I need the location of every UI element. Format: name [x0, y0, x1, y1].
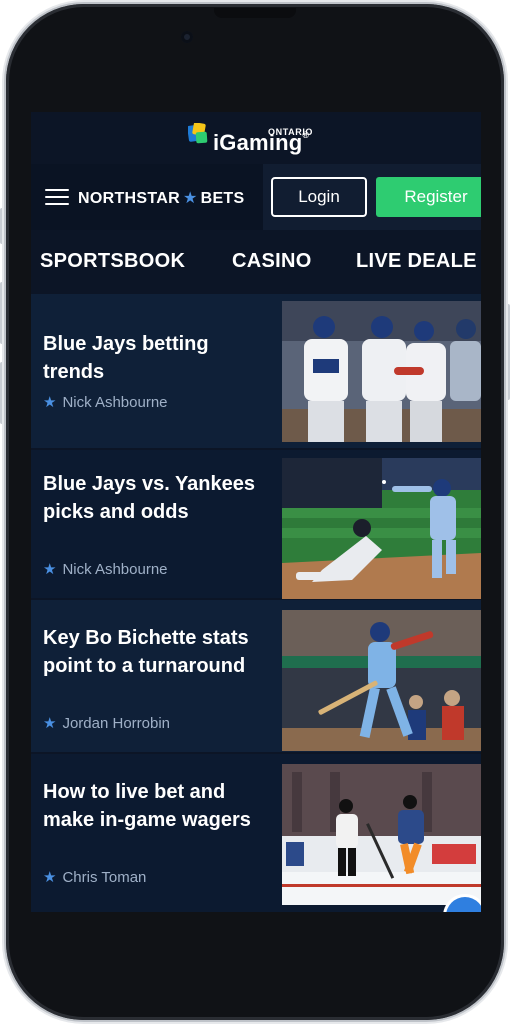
igaming-mark-icon: [188, 123, 208, 144]
brand-left-text: NORTHSTAR: [78, 190, 180, 207]
app-screen: ONTARIO iGaming® NORTHSTAR ★ BETS Login Re…: [31, 112, 481, 912]
tab-live-dealer[interactable]: LIVE DEALE: [356, 250, 477, 273]
silent-switch: [0, 208, 5, 244]
article-author: ★ Nick Ashbourne: [43, 561, 168, 578]
article-thumbnail[interactable]: [282, 610, 481, 751]
volume-up-button: [0, 282, 5, 344]
article-thumbnail[interactable]: [282, 458, 481, 599]
baseball-slide-photo: [282, 458, 481, 599]
article-card[interactable]: Blue Jays betting trends ★ Nick Ashbourne: [31, 294, 481, 448]
article-card[interactable]: Key Bo Bichette stats point to a turnaro…: [31, 600, 481, 752]
article-title[interactable]: How to live bet and make in-game wagers: [43, 778, 265, 834]
baseball-batter-photo: [282, 610, 481, 751]
baseball-celebration-photo: [282, 301, 481, 442]
speaker-grille: [214, 8, 296, 18]
header-nav: NORTHSTAR ★ BETS Login Register: [31, 164, 481, 230]
igaming-ontario-logo: ONTARIO iGaming®: [186, 115, 326, 161]
article-thumbnail[interactable]: [282, 301, 481, 442]
article-author: ★ Jordan Horrobin: [43, 715, 171, 732]
article-card[interactable]: How to live bet and make in-game wagers …: [31, 754, 481, 912]
author-star-icon: ★: [43, 394, 57, 411]
category-tabs: SPORTSBOOK CASINO LIVE DEALE: [31, 230, 481, 292]
front-camera: [181, 31, 193, 43]
northstar-bets-logo[interactable]: NORTHSTAR ★ BETS: [78, 188, 244, 208]
article-author: ★ Chris Toman: [43, 869, 147, 886]
power-button: [505, 304, 510, 400]
brand-right-text: BETS: [200, 190, 245, 207]
hockey-game-photo: [282, 764, 481, 905]
author-star-icon: ★: [43, 869, 57, 886]
article-card[interactable]: Blue Jays vs. Yankees picks and odds ★ Ni…: [31, 450, 481, 599]
author-star-icon: ★: [43, 715, 57, 732]
author-star-icon: ★: [43, 561, 57, 578]
tab-casino[interactable]: CASINO: [232, 250, 312, 273]
register-button[interactable]: Register: [376, 177, 481, 217]
star-icon: ★: [182, 190, 198, 207]
volume-down-button: [0, 362, 5, 424]
article-title[interactable]: Blue Jays vs. Yankees picks and odds: [43, 470, 265, 526]
article-title[interactable]: Blue Jays betting trends: [43, 330, 265, 386]
login-button[interactable]: Login: [271, 177, 367, 217]
igaming-bar: ONTARIO iGaming®: [31, 112, 481, 164]
brand-area: NORTHSTAR ★ BETS: [31, 164, 263, 230]
article-author: ★ Nick Ashbourne: [43, 394, 168, 411]
hamburger-menu-icon[interactable]: [45, 189, 69, 205]
article-thumbnail[interactable]: [282, 764, 481, 905]
igaming-wordmark: iGaming: [213, 130, 303, 155]
tab-sportsbook[interactable]: SPORTSBOOK: [40, 250, 185, 273]
article-title[interactable]: Key Bo Bichette stats point to a turnaro…: [43, 624, 265, 680]
